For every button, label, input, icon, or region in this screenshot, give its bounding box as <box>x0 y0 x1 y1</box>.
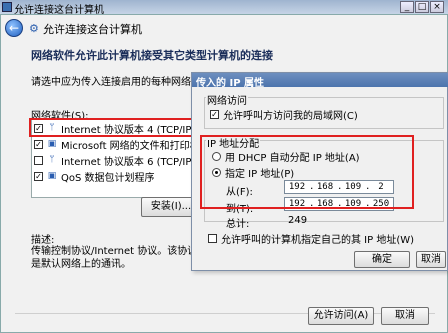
allow-access-button[interactable]: 允许访问(A) <box>308 307 374 325</box>
allow-lan-row[interactable]: ✓ 允许呼叫方访问我的局域网(C) <box>210 107 358 122</box>
protocol-icon: ᛘ <box>49 155 55 165</box>
list-item-label: QoS 数据包计划程序 <box>61 172 155 184</box>
checkbox-icon[interactable]: ✓ <box>34 171 43 181</box>
highlight-ipv4-box <box>29 118 193 137</box>
ip-properties-dialog: 传入的 IP 属性 网络访问 ✓ 允许呼叫方访问我的局域网(C) IP 地址分配… <box>191 72 448 271</box>
checkbox-icon[interactable]: ✓ <box>34 139 43 149</box>
network-access-label: 网络访问 <box>206 92 248 107</box>
service-icon: ▣ <box>47 171 57 181</box>
header-title: 允许连接这台计算机 <box>43 23 142 36</box>
list-item[interactable]: ✓ ▣ QoS 数据包计划程序 <box>34 169 155 184</box>
window-titlebar: 允许连接这台计算机 _ □ × <box>0 0 448 16</box>
minimize-icon[interactable]: _ <box>400 1 414 13</box>
description-label: 描述: <box>31 235 55 246</box>
list-item[interactable]: ᛘ Internet 协议版本 6 (TCP/IPv6) <box>34 153 208 168</box>
ok-button[interactable]: 确定 <box>354 251 410 268</box>
dialog-cancel-button[interactable]: 取消 <box>416 251 446 268</box>
maximize-icon[interactable]: □ <box>415 1 429 13</box>
checkbox-icon[interactable] <box>208 234 217 243</box>
list-item-label: Internet 协议版本 6 (TCP/IPv6) <box>61 156 208 168</box>
allow-lan-label: 允许呼叫方访问我的局域网(C) <box>223 111 358 122</box>
allow-specify-row[interactable]: 允许呼叫的计算机指定自己的其 IP 地址(W) <box>208 231 414 246</box>
dialog-title: 传入的 IP 属性 <box>196 78 265 89</box>
total-label: 总计: <box>226 219 250 230</box>
app-icon <box>2 2 12 12</box>
highlight-ip-range-box <box>200 135 414 209</box>
checkbox-icon[interactable] <box>34 155 43 165</box>
service-icon: ▣ <box>47 139 57 149</box>
description-text: 传输控制协议/Internet 协议。该协议是默认网络上的通讯。 <box>31 246 198 270</box>
network-icon: ⚙ <box>29 22 39 35</box>
close-icon[interactable]: × <box>430 1 444 13</box>
total-value: 249 <box>288 215 308 226</box>
checkbox-icon[interactable]: ✓ <box>210 110 219 119</box>
back-arrow-icon[interactable]: ← <box>5 19 23 37</box>
cancel-button[interactable]: 取消 <box>381 307 429 325</box>
dialog-titlebar: 传入的 IP 属性 <box>192 73 448 89</box>
allow-specify-label: 允许呼叫的计算机指定自己的其 IP 地址(W) <box>221 235 415 246</box>
page-heading: 网络软件允许此计算机接受其它类型计算机的连接 <box>31 49 273 62</box>
